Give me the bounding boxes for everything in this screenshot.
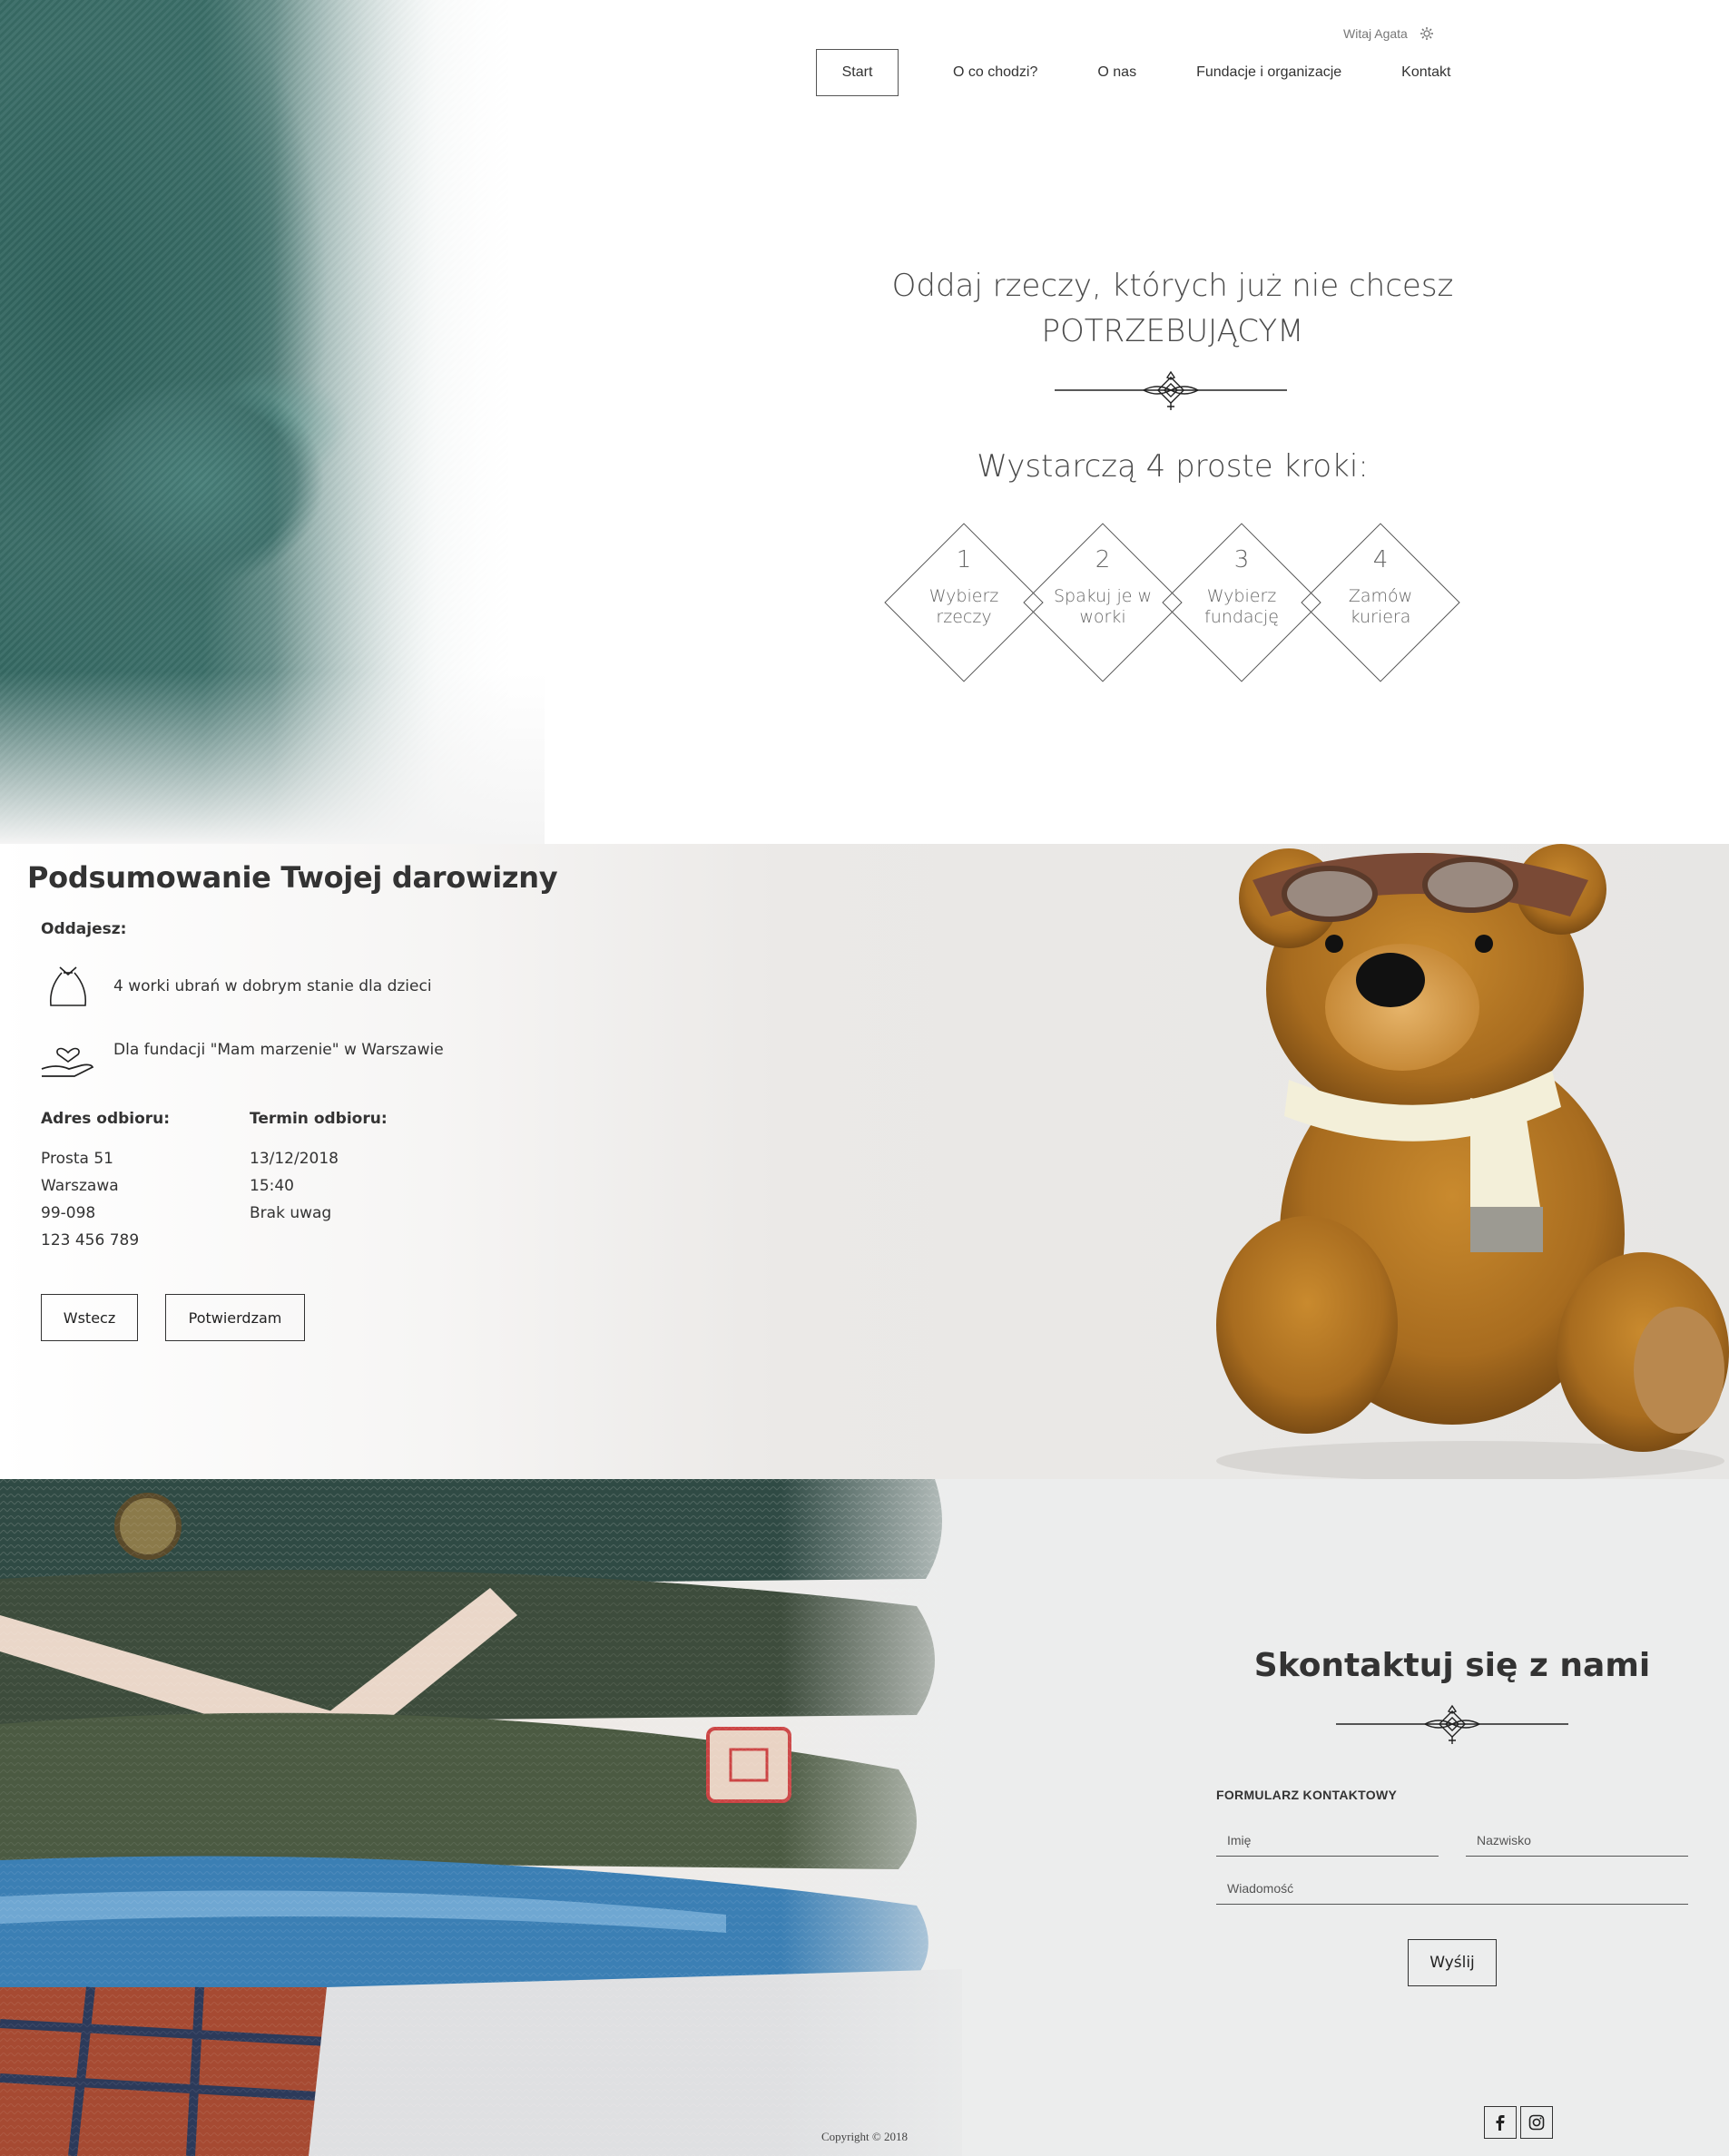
nav-o-co-chodzi[interactable]: O co chodzi? (928, 49, 1063, 96)
step-label: Zamów kuriera (1348, 586, 1413, 627)
step-label: Wybierz rzeczy (928, 586, 999, 627)
decoration-ornament-icon (1055, 370, 1287, 410)
step-number: 1 (956, 546, 972, 573)
user-bar: Witaj Agata (1343, 25, 1435, 42)
nav-start[interactable]: Start (816, 49, 899, 96)
hero-section: Witaj Agata Start O co chodzi? O nas Fun… (0, 0, 1729, 844)
nav-o-nas[interactable]: O nas (1072, 49, 1162, 96)
step-label: Spakuj je w worki (1053, 586, 1153, 627)
main-nav: Start O co chodzi? O nas Fundacje i orga… (816, 49, 1485, 96)
step-4: 4 Zamów kuriera (1301, 523, 1460, 682)
pickup-label: Termin odbioru: (250, 1110, 388, 1128)
nav-fundacje[interactable]: Fundacje i organizacje (1171, 49, 1367, 96)
contact-form-label: FORMULARZ KONTAKTOWY (1216, 1788, 1398, 1802)
step-3: 3 Wybierz fundację (1162, 523, 1321, 682)
contact-section: Skontaktuj się z nami FORMULARZ KONTAKTO… (0, 1479, 1729, 2156)
step-number: 2 (1095, 546, 1111, 573)
steps-title: Wystarczą 4 proste kroki: (977, 448, 1369, 485)
nav-kontakt[interactable]: Kontakt (1376, 49, 1476, 96)
items-text: 4 worki ubrań w dobrym stanie dla dzieci (113, 977, 432, 995)
summary-title: Podsumowanie Twojej darowizny (27, 860, 558, 895)
confirm-button[interactable]: Potwierdzam (165, 1294, 305, 1341)
decoration-ornament-icon (1336, 1704, 1568, 1744)
address-label: Adres odbioru: (41, 1110, 171, 1128)
address-lines: Prosta 51 Warszawa 99-098 123 456 789 (41, 1150, 140, 1250)
greeting-text: Witaj Agata (1343, 26, 1408, 41)
teddy-bear-photo (1216, 844, 1729, 1479)
bag-icon (49, 966, 87, 1006)
step-label: Wybierz fundację (1204, 586, 1279, 627)
send-button[interactable]: Wyślij (1408, 1939, 1497, 1986)
step-2: 2 Spakuj je w worki (1023, 523, 1183, 682)
back-button[interactable]: Wstecz (41, 1294, 138, 1341)
copyright-text: Copyright © 2018 (820, 2130, 909, 2143)
heart-hand-icon (41, 1047, 94, 1077)
contact-title: Skontaktuj się z nami (1253, 1647, 1651, 1684)
message-input[interactable] (1216, 1872, 1688, 1905)
last-name-input[interactable] (1466, 1824, 1688, 1857)
step-number: 4 (1372, 546, 1389, 573)
hero-title: Oddaj rzeczy, których już nie chcesz POT… (891, 268, 1454, 349)
summary-section: Podsumowanie Twojej darowizny Oddajesz: … (0, 844, 1729, 1479)
foundation-text: Dla fundacji "Mam marzenie" w Warszawie (113, 1041, 444, 1059)
step-1: 1 Wybierz rzeczy (884, 523, 1044, 682)
first-name-input[interactable] (1216, 1824, 1439, 1857)
gear-icon[interactable] (1419, 25, 1435, 42)
giving-label: Oddajesz: (41, 920, 127, 938)
step-number: 3 (1233, 546, 1250, 573)
pickup-lines: 13/12/2018 15:40 Brak uwag (250, 1150, 339, 1222)
